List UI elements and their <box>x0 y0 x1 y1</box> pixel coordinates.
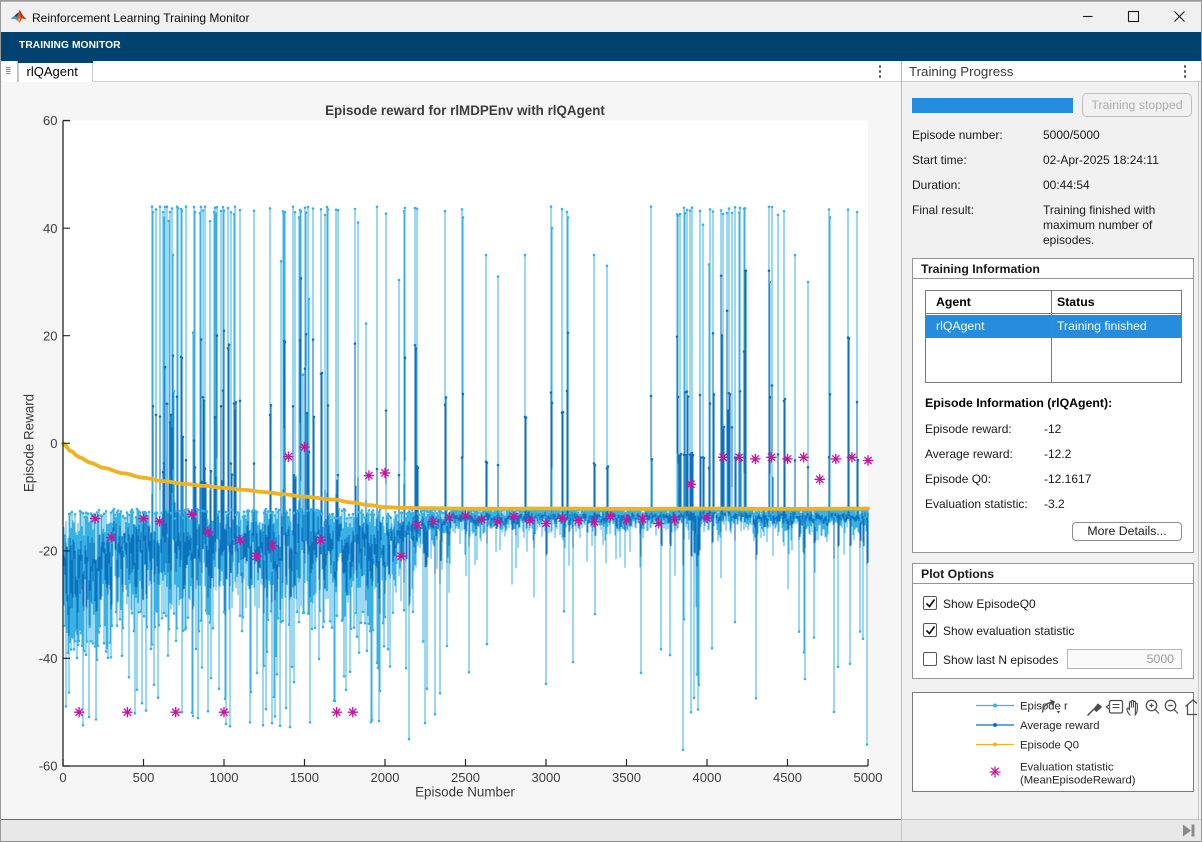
svg-text:Episode reward for rlMDPEnv wi: Episode reward for rlMDPEnv with rlQAgen… <box>325 103 605 118</box>
svg-text:1000: 1000 <box>210 770 239 785</box>
svg-text:20: 20 <box>43 328 57 343</box>
svg-text:4500: 4500 <box>773 770 802 785</box>
svg-text:Episode Reward: Episode Reward <box>22 394 37 492</box>
svg-text:500: 500 <box>133 770 155 785</box>
svg-text:3500: 3500 <box>612 770 641 785</box>
svg-text:0: 0 <box>59 770 66 785</box>
svg-text:60: 60 <box>43 113 57 128</box>
svg-text:2500: 2500 <box>451 770 480 785</box>
svg-text:Episode Q0: Episode Q0 <box>1020 740 1079 752</box>
svg-text:-60: -60 <box>39 759 58 774</box>
svg-text:1500: 1500 <box>290 770 319 785</box>
svg-text:Evaluation statistic: Evaluation statistic <box>1020 762 1114 774</box>
svg-text:2000: 2000 <box>371 770 400 785</box>
svg-text:-20: -20 <box>39 544 58 559</box>
svg-text:Average reward: Average reward <box>1020 720 1100 732</box>
svg-text:4000: 4000 <box>693 770 722 785</box>
svg-text:-40: -40 <box>39 651 58 666</box>
svg-text:(MeanEpisodeReward): (MeanEpisodeReward) <box>1020 775 1136 787</box>
svg-text:Episode Number: Episode Number <box>415 785 515 800</box>
svg-text:0: 0 <box>50 436 57 451</box>
svg-text:3000: 3000 <box>532 770 561 785</box>
svg-text:5000: 5000 <box>854 770 883 785</box>
svg-text:40: 40 <box>43 221 57 236</box>
